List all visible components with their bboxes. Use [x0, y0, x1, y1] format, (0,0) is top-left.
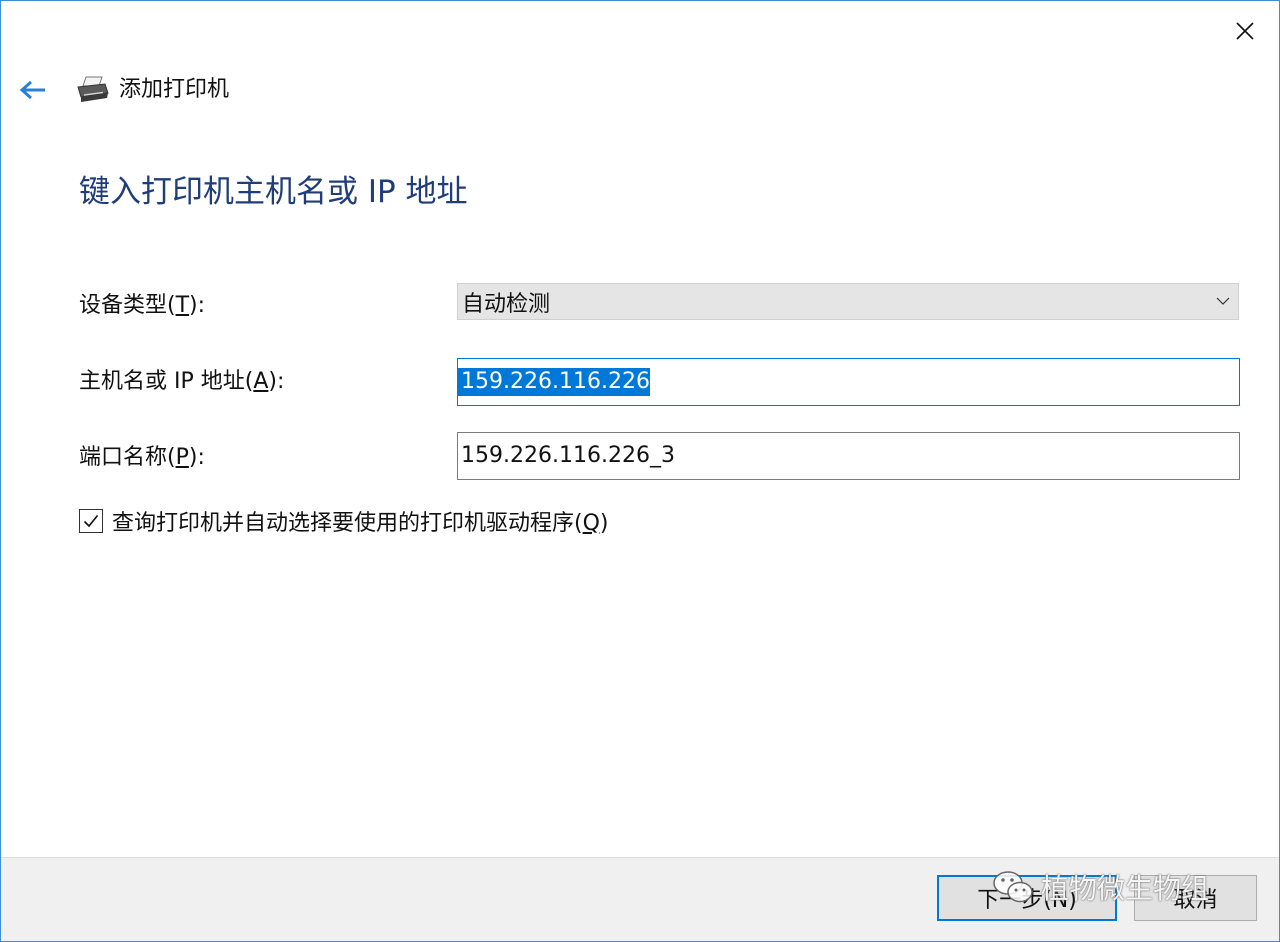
- device-type-label-close: ):: [189, 293, 206, 318]
- query-printer-option[interactable]: 查询打印机并自动选择要使用的打印机驱动程序(Q): [79, 506, 609, 536]
- hostname-input[interactable]: 159.226.116.226: [457, 358, 1240, 406]
- printer-icon: [77, 76, 109, 102]
- query-printer-label-text: 查询打印机并自动选择要使用的打印机驱动程序(: [112, 511, 583, 536]
- query-printer-label-close: ): [599, 511, 609, 536]
- close-button[interactable]: [1221, 9, 1269, 53]
- back-button[interactable]: [13, 71, 53, 109]
- add-printer-window: 添加打印机 键入打印机主机名或 IP 地址 设备类型(T): 自动检测 主机名或…: [0, 0, 1280, 942]
- port-name-label: 端口名称(P):: [79, 443, 205, 473]
- device-type-select[interactable]: 自动检测: [457, 283, 1239, 320]
- close-icon: [1236, 22, 1254, 40]
- device-type-label-text: 设备类型(: [79, 293, 176, 318]
- device-type-label: 设备类型(T):: [79, 291, 205, 321]
- chevron-down-icon: [1208, 284, 1238, 319]
- query-printer-label: 查询打印机并自动选择要使用的打印机驱动程序(Q): [112, 505, 609, 537]
- port-name-label-close: ):: [188, 445, 205, 470]
- hostname-access-key: A: [253, 369, 269, 394]
- query-printer-access-key: Q: [582, 511, 600, 536]
- device-type-access-key: T: [175, 293, 190, 318]
- port-name-input[interactable]: 159.226.116.226_3: [457, 432, 1240, 480]
- hostname-label-close: ):: [268, 369, 285, 394]
- page-heading: 键入打印机主机名或 IP 地址: [79, 174, 468, 210]
- port-name-label-text: 端口名称(: [79, 445, 176, 470]
- port-name-value: 159.226.116.226_3: [461, 443, 675, 468]
- next-button[interactable]: 下一步(N): [937, 875, 1117, 921]
- window-title: 添加打印机: [119, 77, 230, 102]
- device-type-value: 自动检测: [462, 291, 551, 317]
- hostname-label: 主机名或 IP 地址(A):: [79, 367, 284, 397]
- hostname-value: 159.226.116.226: [458, 368, 650, 396]
- port-name-access-key: P: [175, 445, 189, 470]
- cancel-button[interactable]: 取消: [1134, 875, 1257, 921]
- back-arrow-icon: [19, 80, 45, 100]
- checkmark-icon: [83, 514, 99, 528]
- query-printer-checkbox[interactable]: [79, 509, 103, 533]
- hostname-label-text: 主机名或 IP 地址(: [79, 369, 254, 394]
